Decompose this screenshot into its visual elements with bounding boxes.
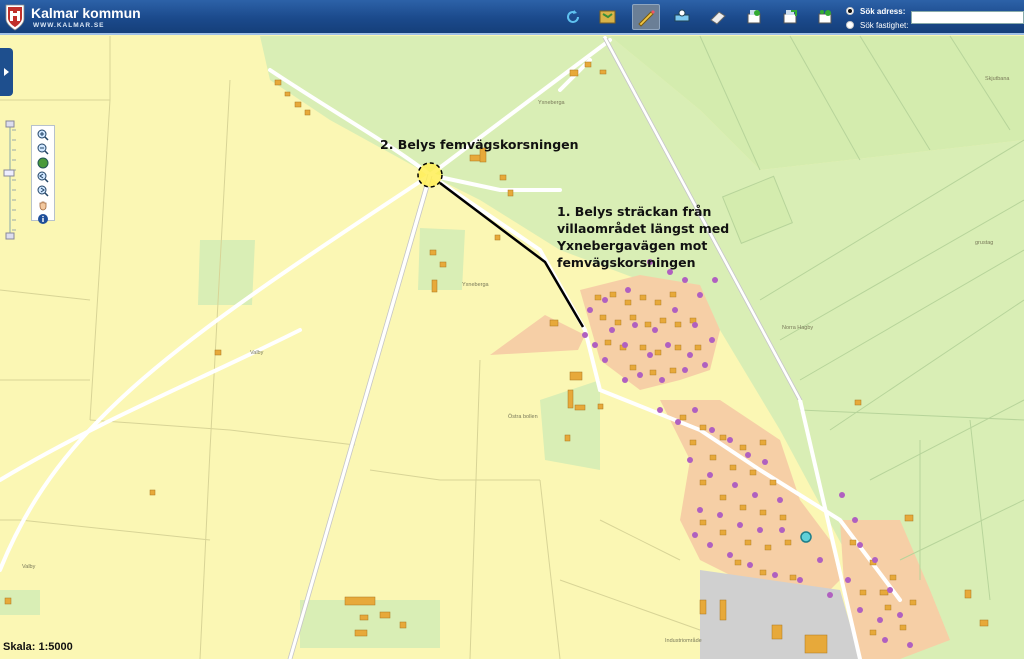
annotation-stretch-line-1: 1. Belys sträckan från [557,204,712,219]
place-label-yxneberga: Yxneberga [462,282,489,288]
pan-hand-icon[interactable] [37,199,49,211]
search-address-label: Sök adress: [860,6,906,16]
green-field-2 [418,228,465,290]
share-icon[interactable] [811,4,839,30]
info-icon[interactable] [37,213,49,225]
search-address-option[interactable]: Sök adress: [846,4,908,18]
search-property-radio[interactable] [846,21,854,29]
draw-tool-icon[interactable] [632,4,660,30]
zoom-slider[interactable] [3,120,17,240]
zoom-out-icon[interactable] [37,143,49,155]
search-property-label: Sök fastighet: [860,20,909,30]
print-icon[interactable] [740,4,768,30]
place-label-industriomrade: Industriområde [665,638,702,644]
previous-extent-icon[interactable] [37,171,49,183]
annotation-stretch-line-4: femvägskorsningen [557,255,696,270]
place-label-valby-sw: Valby [22,564,36,570]
map-canvas[interactable] [0,0,1024,659]
annotation-stretch-line-2: villaområdet längst med [557,221,730,236]
brand-subtitle: WWW.KALMAR.SE [33,22,105,29]
export-icon[interactable] [776,4,804,30]
annotation-stretch: 1. Belys sträckan från villaområdet läng… [557,203,729,271]
map-scale: Skala: 1:5000 [3,641,73,653]
brand-title: Kalmar kommun [31,5,141,21]
search-address-radio[interactable] [846,7,854,15]
place-label-grustag: grustag [975,240,994,246]
place-label-ostra-bollen: Östra bollen [508,414,538,420]
eraser-icon[interactable] [704,4,732,30]
measure-icon[interactable] [668,4,696,30]
annotation-five-way-junction: 2. Belys femvägskorsningen [380,137,579,152]
search-options: Sök adress: Sök fastighet: [846,4,908,32]
kalmar-coat-of-arms-logo[interactable] [4,3,26,31]
zoom-in-icon[interactable] [37,129,49,141]
next-extent-icon[interactable] [37,185,49,197]
side-panel-toggle[interactable] [0,48,13,96]
top-toolbar: Kalmar kommun WWW.KALMAR.SE Sök adress: … [0,0,1024,35]
chevron-right-icon [3,68,9,76]
map-point-marker [800,531,812,543]
place-label-yxneberga-n: Yxneberga [538,100,565,106]
five-way-highlight [417,162,443,188]
map-tools-panel [31,125,55,224]
refresh-icon[interactable] [559,4,587,30]
search-input[interactable] [911,11,1024,24]
place-label-skjutbana: Skjutbana [985,76,1010,82]
full-extent-globe-icon[interactable] [37,157,49,169]
annotation-stretch-line-3: Yxnebergavägen mot [557,238,708,253]
map-app: Yxneberga Yxneberga Valby Valby Norra Ha… [0,0,1024,659]
place-label-norra-hagby: Norra Hagby [782,325,814,331]
green-field-3 [300,600,440,648]
place-label-valby: Valby [250,350,264,356]
map-layers-icon[interactable] [594,4,622,30]
green-field [198,240,255,305]
zoom-slider-handle[interactable] [3,169,15,177]
search-property-option[interactable]: Sök fastighet: [846,18,908,32]
